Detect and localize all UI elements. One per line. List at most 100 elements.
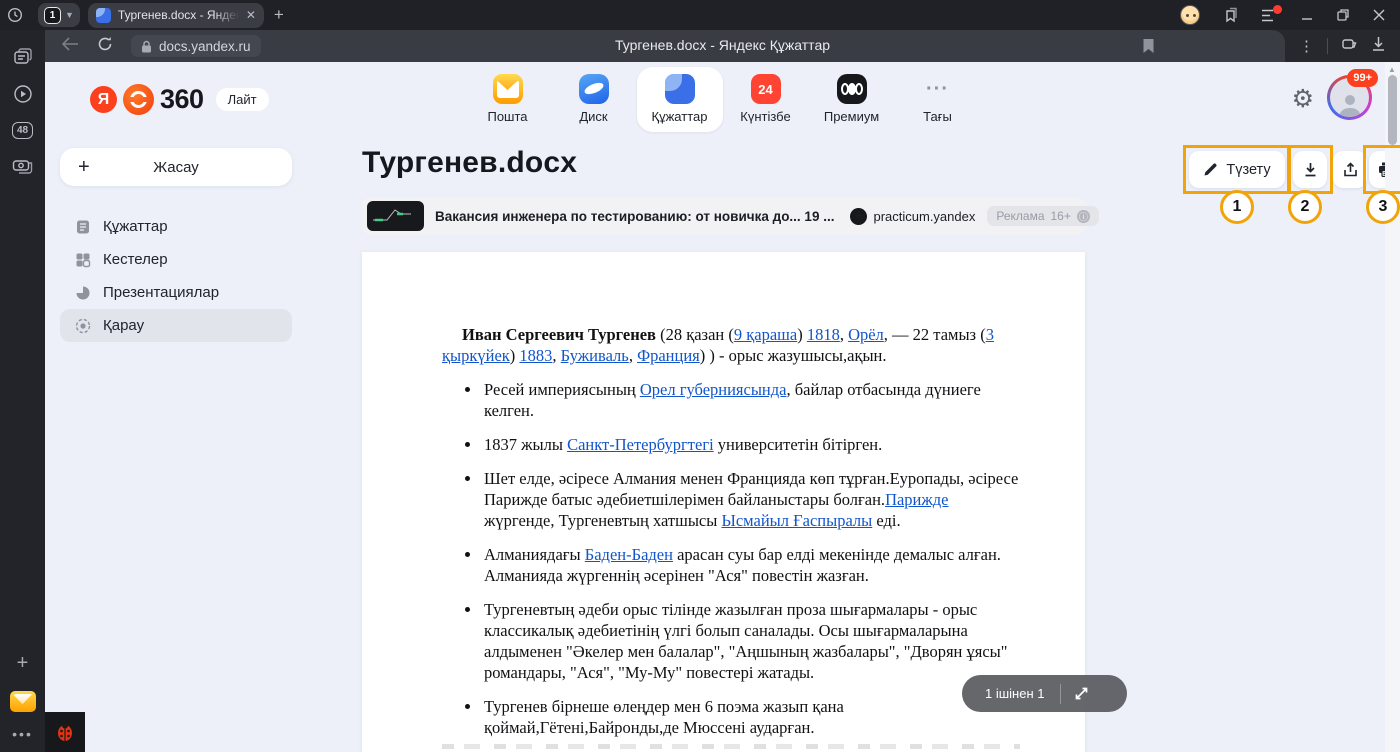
doc-text: Тургенев бірнеше өлеңдер мен 6 поэма жаз… [484, 697, 844, 737]
browser-sidebar: 48 + ••• [0, 30, 45, 752]
tab-group[interactable]: 1 ▼ [38, 3, 80, 27]
document-body: Иван Сергеевич Тургенев (28 қазан (9 қар… [362, 252, 1085, 738]
doc-link[interactable]: 1818 [807, 325, 840, 344]
presentations-icon [74, 285, 92, 301]
scroll-up-icon[interactable]: ▲ [1388, 65, 1396, 74]
yandex-logo-icon: Я [90, 86, 117, 113]
doc-text: Ресей империясының [484, 380, 640, 399]
clipped-text-line [442, 744, 1020, 749]
docs-favicon-icon [96, 8, 111, 23]
doc-bullet: Шет елде, әсіресе Алмания менен Францияд… [482, 468, 1020, 531]
screenshot-icon[interactable] [12, 157, 33, 174]
doc-text: ) [510, 346, 520, 365]
doc-main: Тургенев.docx Түзету 1 2 3 [362, 62, 1085, 752]
doc-text: университетін бітірген. [714, 435, 883, 454]
extensions-icon[interactable] [1341, 36, 1358, 57]
lock-icon[interactable] [141, 40, 152, 53]
share-button[interactable] [1333, 151, 1367, 188]
doc-link[interactable]: Орёл [848, 325, 884, 344]
tab-title: Тургенев.docx - Яндекс [118, 8, 239, 22]
sidebar-item-documents[interactable]: Құжаттар [60, 210, 292, 243]
browser-window: 1 ▼ Тургенев.docx - Яндекс ✕ + [0, 0, 1400, 752]
tab-strip: 1 ▼ Тургенев.docx - Яндекс ✕ + [0, 0, 1400, 30]
doc-link[interactable]: Баден-Баден [585, 545, 673, 564]
y360-logo[interactable]: Я 360 Лайт [90, 84, 269, 115]
doc-link[interactable]: 1883 [519, 346, 552, 365]
menu-notification-dot [1273, 5, 1282, 14]
downloads-icon[interactable] [1371, 36, 1386, 57]
active-tab[interactable]: Тургенев.docx - Яндекс ✕ [88, 3, 264, 28]
address-bar[interactable]: docs.yandex.ru Тургенев.docx - Яндекс Құ… [45, 30, 1285, 62]
more-tools-icon[interactable]: ⋮ [1299, 37, 1314, 55]
video-icon[interactable] [13, 84, 33, 104]
doc-paragraph: Иван Сергеевич Тургенев (28 қазан (9 қар… [442, 324, 1020, 366]
doc-link[interactable]: Ысмайыл Ғаспыралы [721, 511, 872, 530]
doc-text: , [552, 346, 560, 365]
doc-link[interactable]: Франция [637, 346, 700, 365]
doc-bullet: Тургеневтың әдеби орыс тілінде жазылған … [482, 599, 1020, 683]
tab-close-icon[interactable]: ✕ [246, 8, 256, 22]
doc-bullet: Тургенев бірнеше өлеңдер мен 6 поэма жаз… [482, 696, 1020, 738]
doc-text: жүргенде, Тургеневтың хатшысы [484, 511, 721, 530]
doc-text: (28 қазан ( [656, 325, 734, 344]
settings-gear-icon[interactable]: ⚙ [1292, 84, 1314, 114]
close-window-button[interactable] [1372, 8, 1386, 22]
doc-link[interactable]: Санкт-Петербургтегі [567, 435, 714, 454]
bookmark-page-icon[interactable] [1142, 38, 1155, 59]
doc-link[interactable]: 9 қараша [734, 325, 797, 344]
y360-logo-text: 360 [160, 84, 204, 115]
tables-icon [74, 252, 92, 268]
annotation-circle-2: 2 [1288, 190, 1322, 224]
doc-text: , — 22 тамыз ( [884, 325, 986, 344]
restore-button[interactable] [1336, 8, 1350, 22]
back-icon[interactable] [61, 37, 79, 56]
web-content: Я 360 Лайт Пошта Диск Құжаттар [45, 62, 1400, 752]
documents-icon [74, 219, 92, 235]
doc-link[interactable]: Орел губерниясында [640, 380, 787, 399]
doc-link[interactable]: Парижде [885, 490, 948, 509]
bookmarks-icon[interactable] [1222, 7, 1239, 24]
sidebar-add-icon[interactable]: + [17, 652, 29, 675]
ad-banner[interactable]: Вакансия инженера по тестированию: от но… [362, 197, 1085, 235]
url-domain: docs.yandex.ru [159, 39, 251, 54]
doc-bullet-list: Ресей империясының Орел губерниясында, б… [442, 379, 1020, 738]
ad-thumbnail [367, 201, 424, 231]
annotation-box-3 [1363, 145, 1400, 194]
sidebar-item-tables[interactable]: Кестелер [60, 243, 292, 276]
doc-bold-text: Иван Сергеевич Тургенев [462, 325, 656, 344]
y360-logo-icon [123, 84, 154, 115]
ad-disclaimer: Реклама 16+ ⓘ [987, 206, 1099, 226]
ad-advertiser: ✳ practicum.yandex [850, 208, 975, 225]
practicum-logo-icon: ✳ [850, 208, 867, 225]
mail-sidebar-icon[interactable] [10, 691, 36, 712]
create-button[interactable]: + Жасау [60, 148, 292, 186]
toolbar-divider [1327, 38, 1328, 54]
tab-counter-badge[interactable]: 48 [12, 122, 33, 139]
info-icon: ⓘ [1077, 210, 1090, 223]
doc-text: еді. [872, 511, 900, 530]
browser-toolbar: docs.yandex.ru Тургенев.docx - Яндекс Құ… [45, 30, 1400, 62]
notifications-badge: 99+ [1347, 69, 1378, 87]
fullscreen-expand-icon[interactable] [1073, 685, 1090, 702]
profile-avatar[interactable] [1180, 5, 1200, 25]
doc-link[interactable]: Буживаль [561, 346, 629, 365]
page-indicator-pill[interactable]: 1 ішінен 1 [962, 675, 1127, 712]
new-tab-button[interactable]: + [274, 5, 284, 25]
scrollbar-thumb[interactable] [1388, 75, 1397, 145]
doc-bullet: 1837 жылы Санкт-Петербургтегі университе… [482, 434, 1020, 455]
sidebar-item-browse[interactable]: Қарау [60, 309, 292, 342]
feed-icon[interactable] [13, 48, 33, 66]
minimize-button[interactable] [1300, 8, 1314, 22]
reload-icon[interactable] [97, 36, 113, 57]
sidebar-more-icon[interactable]: ••• [12, 726, 33, 742]
pill-divider [1060, 684, 1061, 704]
plan-badge: Лайт [216, 88, 269, 111]
debug-bug-overlay [45, 712, 85, 752]
share-icon [1343, 162, 1358, 178]
browser-menu-icon[interactable] [1261, 8, 1278, 23]
ad-title: Вакансия инженера по тестированию: от но… [435, 209, 834, 224]
history-icon[interactable] [0, 7, 30, 23]
user-avatar[interactable]: 99+ [1327, 75, 1372, 120]
annotation-circle-1: 1 [1220, 190, 1254, 224]
sidebar-item-presentations[interactable]: Презентациялар [60, 276, 292, 309]
